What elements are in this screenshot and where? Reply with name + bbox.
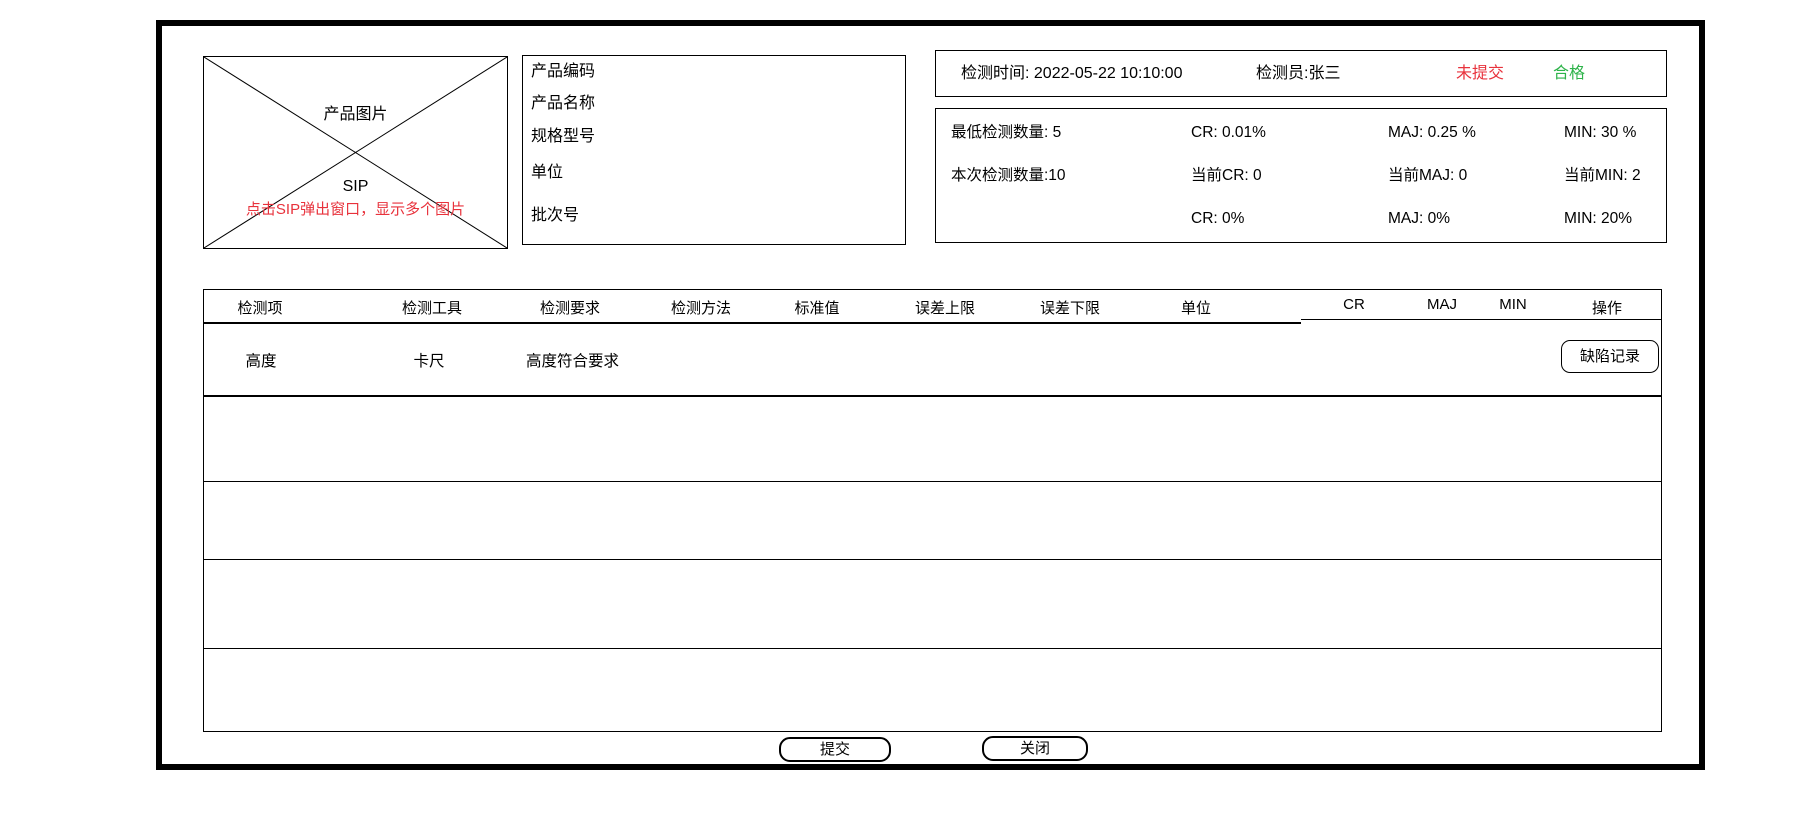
col-header-upper-limit: 误差上限	[915, 300, 975, 318]
status-unsubmitted-badge: 未提交	[1456, 64, 1504, 84]
field-label-batch-number: 批次号	[531, 206, 579, 226]
field-label-unit: 单位	[531, 163, 563, 183]
stat-current-cr: 当前CR: 0	[1191, 166, 1262, 186]
col-header-requirement: 检测要求	[540, 300, 600, 318]
inspection-window: 产品图片 SIP 点击SIP弹出窗口，显示多个图片 产品编码 产品名称 规格型号…	[0, 0, 1819, 833]
inspector-name: 检测员:张三	[1256, 64, 1340, 84]
stat-min-rate: MIN: 20%	[1564, 209, 1632, 229]
header-underline	[204, 322, 1301, 324]
col-header-method: 检测方法	[671, 300, 731, 318]
col-header-lower-limit: 误差下限	[1040, 300, 1100, 318]
stat-cr-rate: CR: 0%	[1191, 209, 1244, 229]
row-divider	[204, 559, 1661, 560]
col-header-min: MIN	[1499, 296, 1527, 314]
stat-current-check-qty: 本次检测数量:10	[951, 166, 1066, 186]
inspection-stats-panel: 最低检测数量: 5 CR: 0.01% MAJ: 0.25 % MIN: 30 …	[935, 108, 1667, 243]
inspection-items-table: 检测项 检测工具 检测要求 检测方法 标准值 误差上限 误差下限 单位 CR M…	[203, 289, 1662, 732]
stat-min-limit: MIN: 30 %	[1564, 123, 1636, 143]
row-cell-tool: 卡尺	[413, 352, 444, 372]
stat-current-min: 当前MIN: 2	[1564, 166, 1641, 186]
field-label-product-code: 产品编码	[531, 62, 595, 82]
col-header-standard: 标准值	[794, 300, 839, 318]
row-divider	[204, 395, 1661, 397]
stat-maj-limit: MAJ: 0.25 %	[1388, 123, 1476, 143]
col-header-cr: CR	[1343, 296, 1365, 314]
product-info-panel: 产品编码 产品名称 规格型号 单位 批次号	[522, 55, 906, 245]
row-cell-item: 高度	[245, 352, 276, 372]
col-header-action: 操作	[1592, 300, 1622, 318]
field-label-product-name: 产品名称	[531, 94, 595, 114]
sip-hint-text: 点击SIP弹出窗口，显示多个图片	[204, 199, 507, 221]
row-cell-requirement: 高度符合要求	[526, 352, 619, 372]
stat-current-maj: 当前MAJ: 0	[1388, 166, 1467, 186]
inspection-header-panel: 检测时间: 2022-05-22 10:10:00 检测员:张三 未提交 合格	[935, 50, 1667, 97]
col-header-tool: 检测工具	[402, 300, 462, 318]
header-underline-right	[1301, 319, 1662, 320]
inspection-time: 检测时间: 2022-05-22 10:10:00	[961, 64, 1182, 84]
defect-record-button[interactable]: 缺陷记录	[1561, 340, 1659, 373]
status-result-badge: 合格	[1553, 64, 1585, 84]
col-header-item: 检测项	[237, 300, 282, 318]
product-image-label: 产品图片	[204, 104, 507, 126]
stat-maj-rate: MAJ: 0%	[1388, 209, 1450, 229]
col-header-maj: MAJ	[1427, 296, 1457, 314]
stat-min-check-qty: 最低检测数量: 5	[951, 123, 1061, 143]
product-image-placeholder[interactable]: 产品图片 SIP 点击SIP弹出窗口，显示多个图片	[203, 56, 508, 249]
row-divider	[204, 481, 1661, 482]
sip-label[interactable]: SIP	[204, 176, 507, 198]
col-header-unit: 单位	[1181, 300, 1211, 318]
close-button[interactable]: 关闭	[982, 736, 1088, 761]
stat-cr-limit: CR: 0.01%	[1191, 123, 1266, 143]
row-divider	[204, 648, 1661, 649]
submit-button[interactable]: 提交	[779, 737, 891, 762]
field-label-spec-model: 规格型号	[531, 127, 595, 147]
